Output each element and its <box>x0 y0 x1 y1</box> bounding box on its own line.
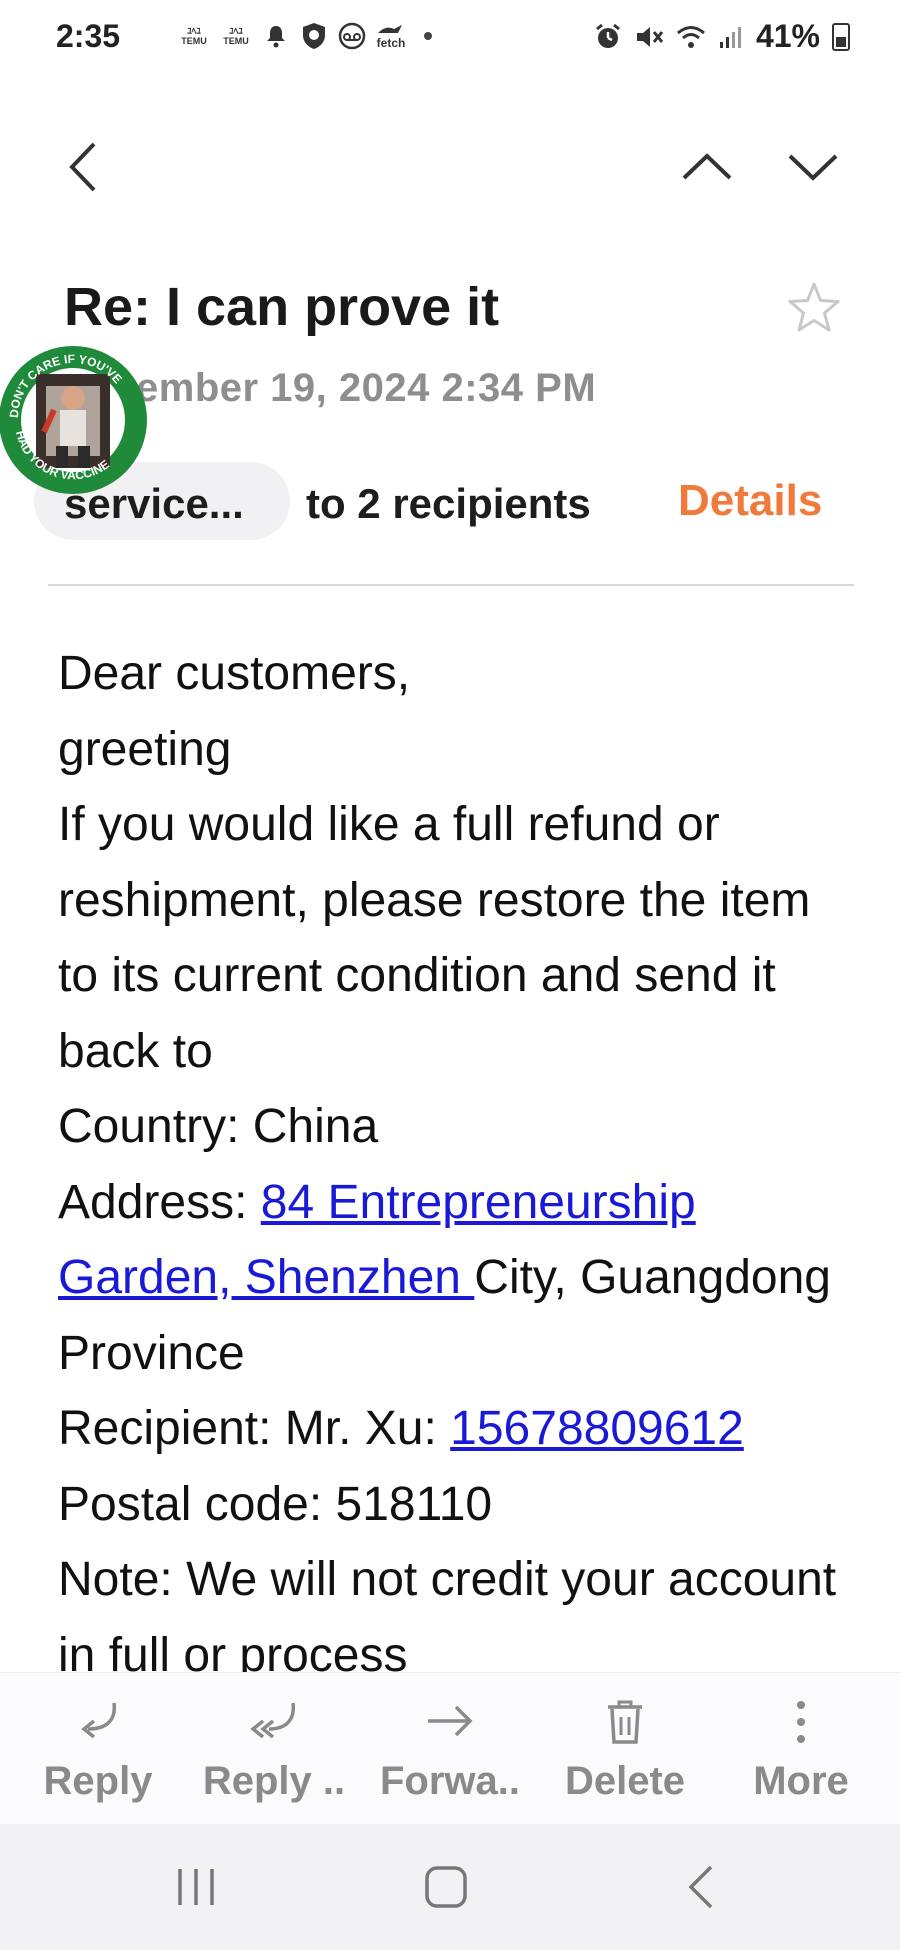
recipient-line: Recipient: Mr. Xu: 15678809612 <box>58 1402 744 1455</box>
reply-icon <box>81 1702 117 1739</box>
signal-icon <box>719 26 741 48</box>
mute-icon <box>636 26 664 47</box>
system-navigation-bar <box>0 1824 900 1950</box>
battery-icon <box>832 22 850 51</box>
fetch-icon: fetch <box>376 23 406 49</box>
back-arrow-icon <box>688 1865 713 1909</box>
trash-icon <box>608 1700 642 1744</box>
status-left-icons: ﾕﾍﾕ TEMU ﾕﾍﾕ TEMU fetch <box>178 22 432 50</box>
body-line: greeting <box>58 722 232 776</box>
notification-bell-icon <box>262 22 290 50</box>
chevron-down-icon <box>788 154 838 181</box>
star-icon[interactable] <box>786 280 842 336</box>
more-vertical-icon <box>797 1701 805 1743</box>
phone-link[interactable]: 15678809612 <box>450 1402 744 1455</box>
body-line: Country: China <box>58 1100 379 1153</box>
back-button[interactable] <box>48 132 118 202</box>
forward-icon <box>428 1705 473 1737</box>
body-line: Dear customers, <box>58 647 411 700</box>
more-button[interactable]: More <box>711 1673 891 1825</box>
header-divider <box>48 584 854 586</box>
forward-button[interactable]: Forwa.. <box>360 1673 540 1825</box>
address-line: Address: 84 Entrepreneurship Garden, She… <box>58 1175 831 1380</box>
email-date: ember 19, 2024 2:34 PM <box>136 366 597 410</box>
reply-all-icon <box>250 1702 296 1739</box>
system-back-button[interactable] <box>660 1854 740 1920</box>
previous-email-button[interactable] <box>672 132 742 202</box>
more-notifications-dot <box>424 32 432 40</box>
details-link[interactable]: Details <box>678 476 822 526</box>
temu-icon: ﾕﾍﾕ TEMU <box>181 26 207 46</box>
recent-apps-icon <box>178 1869 214 1905</box>
chevron-left-icon <box>69 142 96 192</box>
vaccine-sticker: DON'T CARE IF YOU'VE HAD YOUR VACCINE <box>0 346 147 494</box>
alarm-icon <box>596 23 620 48</box>
status-bar: 2:35 ﾕﾍﾕ TEMU ﾕﾍﾕ TEMU fetch 41% <box>0 0 900 80</box>
chevron-up-icon <box>682 153 732 180</box>
email-body: Dear customers, greeting If you would li… <box>58 636 858 1693</box>
battery-percent: 41% <box>755 18 820 54</box>
status-right-icons: 41% <box>594 18 850 55</box>
recent-apps-button[interactable] <box>156 1854 236 1920</box>
email-action-bar: Reply Reply .. Forwa.. Delete More <box>0 1672 900 1825</box>
recipients-label[interactable]: to 2 recipients <box>306 480 591 528</box>
home-button[interactable] <box>406 1854 486 1920</box>
temu-icon: ﾕﾍﾕ TEMU <box>223 26 249 46</box>
reply-all-button[interactable]: Reply .. <box>184 1673 364 1825</box>
reply-button[interactable]: Reply <box>8 1673 188 1825</box>
email-subject: Re: I can prove it <box>64 277 500 337</box>
home-icon <box>425 1866 467 1908</box>
status-time: 2:35 <box>56 18 121 54</box>
next-email-button[interactable] <box>778 132 848 202</box>
delete-button[interactable]: Delete <box>535 1673 715 1825</box>
body-line: Postal code: 518110 <box>58 1477 493 1531</box>
wifi-icon <box>676 25 705 48</box>
shield-icon <box>300 22 328 50</box>
body-paragraph: Note: We will not credit your account in… <box>58 1553 837 1682</box>
voicemail-icon <box>338 22 366 50</box>
body-paragraph: If you would like a full refund or reshi… <box>58 798 811 1078</box>
